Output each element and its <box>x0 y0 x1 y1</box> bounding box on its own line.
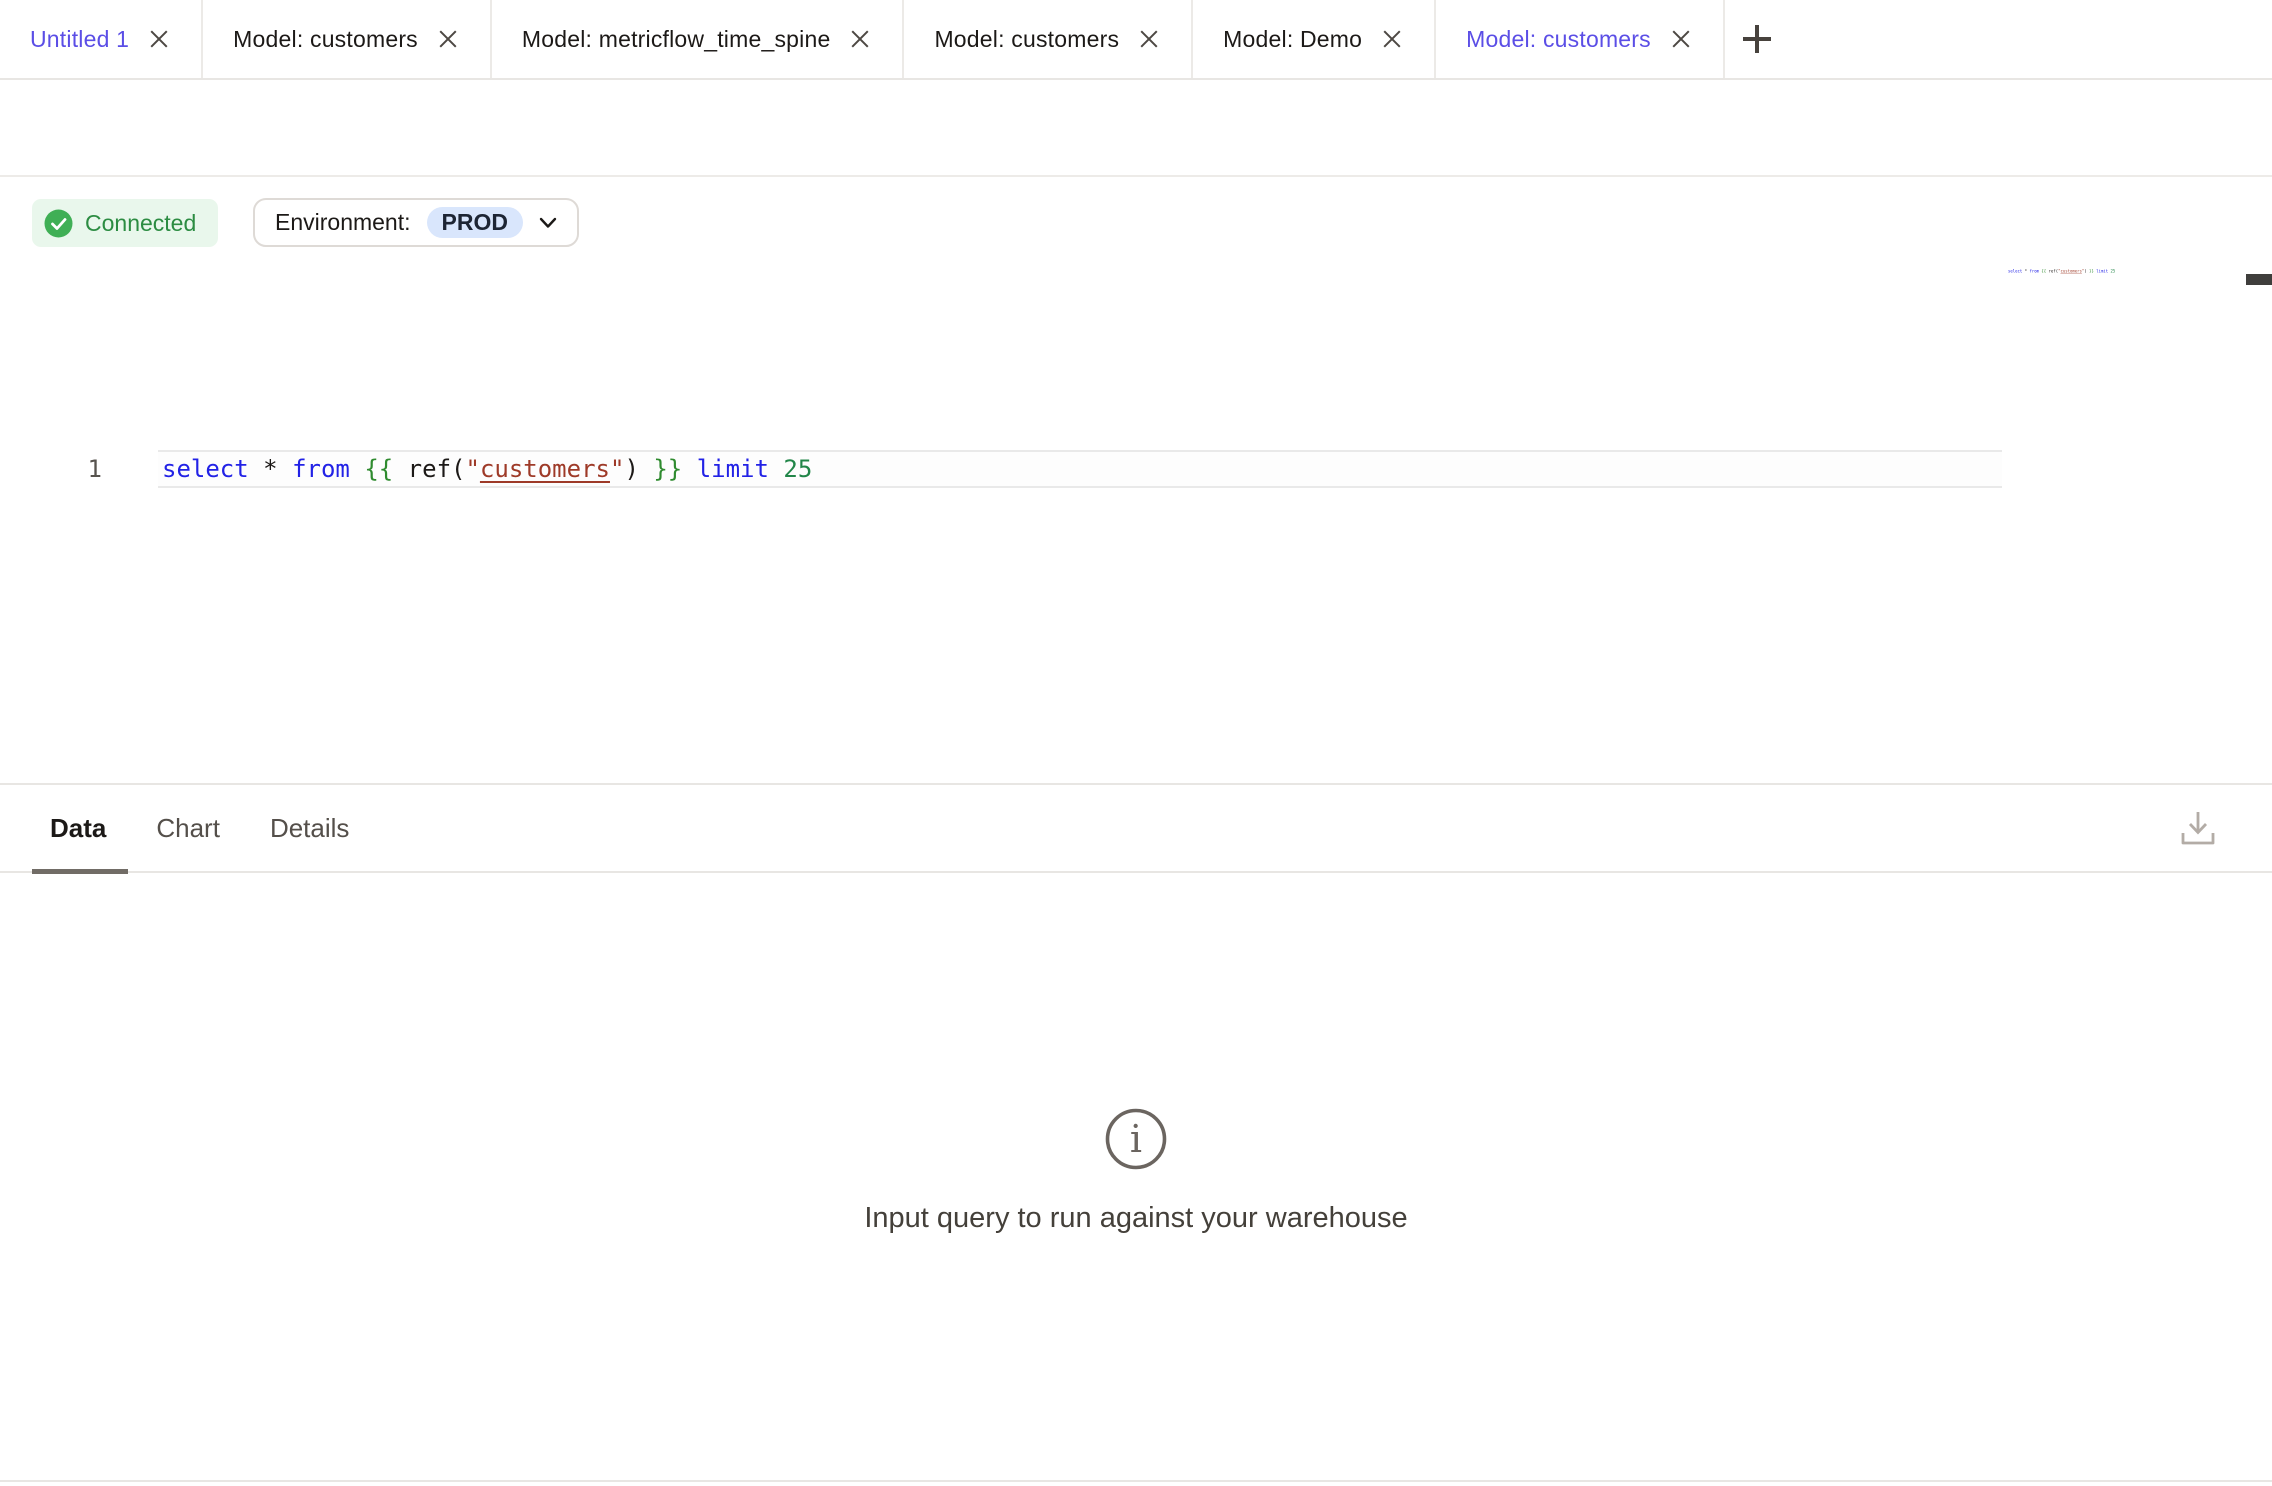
code-token <box>278 455 292 483</box>
toolbar: Develop Run <box>0 80 2272 177</box>
connection-status-badge: Connected <box>32 199 218 247</box>
editor-tab[interactable]: Model: Demo <box>1193 0 1436 78</box>
close-icon[interactable] <box>1669 27 1693 51</box>
tab-label: Model: Demo <box>1223 26 1362 53</box>
code-token <box>639 455 653 483</box>
ide-window: Untitled 1 Model: customers Model: metricf… <box>0 0 2272 1486</box>
svg-text:i: i <box>1130 1117 1142 1161</box>
code-token: }} <box>653 455 682 483</box>
close-icon[interactable] <box>1137 27 1161 51</box>
empty-state: i Input query to run against your wareho… <box>0 1107 2272 1235</box>
code-token: 25 <box>783 455 812 483</box>
code-line-text[interactable]: select * from {{ ref("customers") }} lim… <box>162 452 812 486</box>
code-token: " <box>610 455 624 483</box>
code-token: " <box>465 455 479 483</box>
active-tab-underline <box>32 869 128 874</box>
connection-status-label: Connected <box>85 210 196 237</box>
results-tab-data[interactable]: Data <box>50 813 106 844</box>
close-icon[interactable] <box>1380 27 1404 51</box>
code-token <box>682 455 696 483</box>
editor-tabbar: Untitled 1 Model: customers Model: metricf… <box>0 0 2272 80</box>
tab-label: Untitled 1 <box>30 26 129 53</box>
close-icon[interactable] <box>848 27 872 51</box>
editor-tab[interactable]: Model: customers <box>1436 0 1725 78</box>
bottom-divider <box>0 1480 2272 1482</box>
info-icon: i <box>1104 1158 1168 1175</box>
code-token: * <box>263 455 277 483</box>
code-token <box>769 455 783 483</box>
code-token: ( <box>451 455 465 483</box>
empty-state-message: Input query to run against your warehous… <box>0 1202 2272 1235</box>
code-token: from <box>2029 269 2039 274</box>
code-token: {{ <box>364 455 393 483</box>
download-icon <box>2180 809 2216 847</box>
code-token: select <box>162 455 249 483</box>
chevron-down-icon <box>539 217 557 229</box>
code-token <box>393 455 407 483</box>
code-token: from <box>292 455 350 483</box>
results-tabbar: Data Chart Details <box>0 785 2272 873</box>
results-tab-chart[interactable]: Chart <box>156 813 220 844</box>
code-token: 25 <box>2111 269 2116 274</box>
current-line-highlight[interactable]: select * from {{ ref("customers") }} lim… <box>158 450 2002 488</box>
tab-label: Model: customers <box>1466 26 1651 53</box>
environment-label: Environment: <box>275 209 411 236</box>
code-token: ref <box>2049 269 2056 274</box>
download-button[interactable] <box>2180 809 2216 847</box>
tab-label: Model: metricflow_time_spine <box>522 26 831 53</box>
editor-scrollbar-thumb[interactable] <box>2246 274 2272 285</box>
code-token: limit <box>697 455 769 483</box>
code-token: limit <box>2096 269 2108 274</box>
sql-editor-pane: Connected Environment: PROD 1 select * f… <box>0 177 2272 783</box>
minimap-code-line: select * from {{ ref("customers") }} lim… <box>2008 269 2047 274</box>
results-panel: Data Chart Details i Input query to run ag… <box>0 783 2272 1480</box>
code-token: ref <box>408 455 451 483</box>
code-token[interactable]: customers <box>480 455 610 483</box>
line-number: 1 <box>40 450 102 488</box>
tab-label: Model: customers <box>233 26 418 53</box>
code-token: ) <box>624 455 638 483</box>
code-token <box>249 455 263 483</box>
code-token[interactable]: customers <box>2060 269 2081 274</box>
editor-tab[interactable]: Model: customers <box>904 0 1193 78</box>
close-icon[interactable] <box>147 27 171 51</box>
editor-tab[interactable]: Model: metricflow_time_spine <box>492 0 905 78</box>
plus-icon <box>1743 25 1771 53</box>
tab-label: Model: customers <box>934 26 1119 53</box>
code-token <box>350 455 364 483</box>
environment-selector[interactable]: Environment: PROD <box>253 198 579 247</box>
close-icon[interactable] <box>436 27 460 51</box>
editor-tab[interactable]: Model: customers <box>203 0 492 78</box>
editor-minimap[interactable]: select * from {{ ref("customers") }} lim… <box>2008 269 2243 289</box>
new-tab-button[interactable] <box>1725 0 1789 78</box>
editor-tab[interactable]: Untitled 1 <box>0 0 203 78</box>
code-token: select <box>2008 269 2022 274</box>
results-tab-details[interactable]: Details <box>270 813 349 844</box>
environment-value-chip: PROD <box>427 207 523 238</box>
check-circle-icon <box>44 209 73 238</box>
